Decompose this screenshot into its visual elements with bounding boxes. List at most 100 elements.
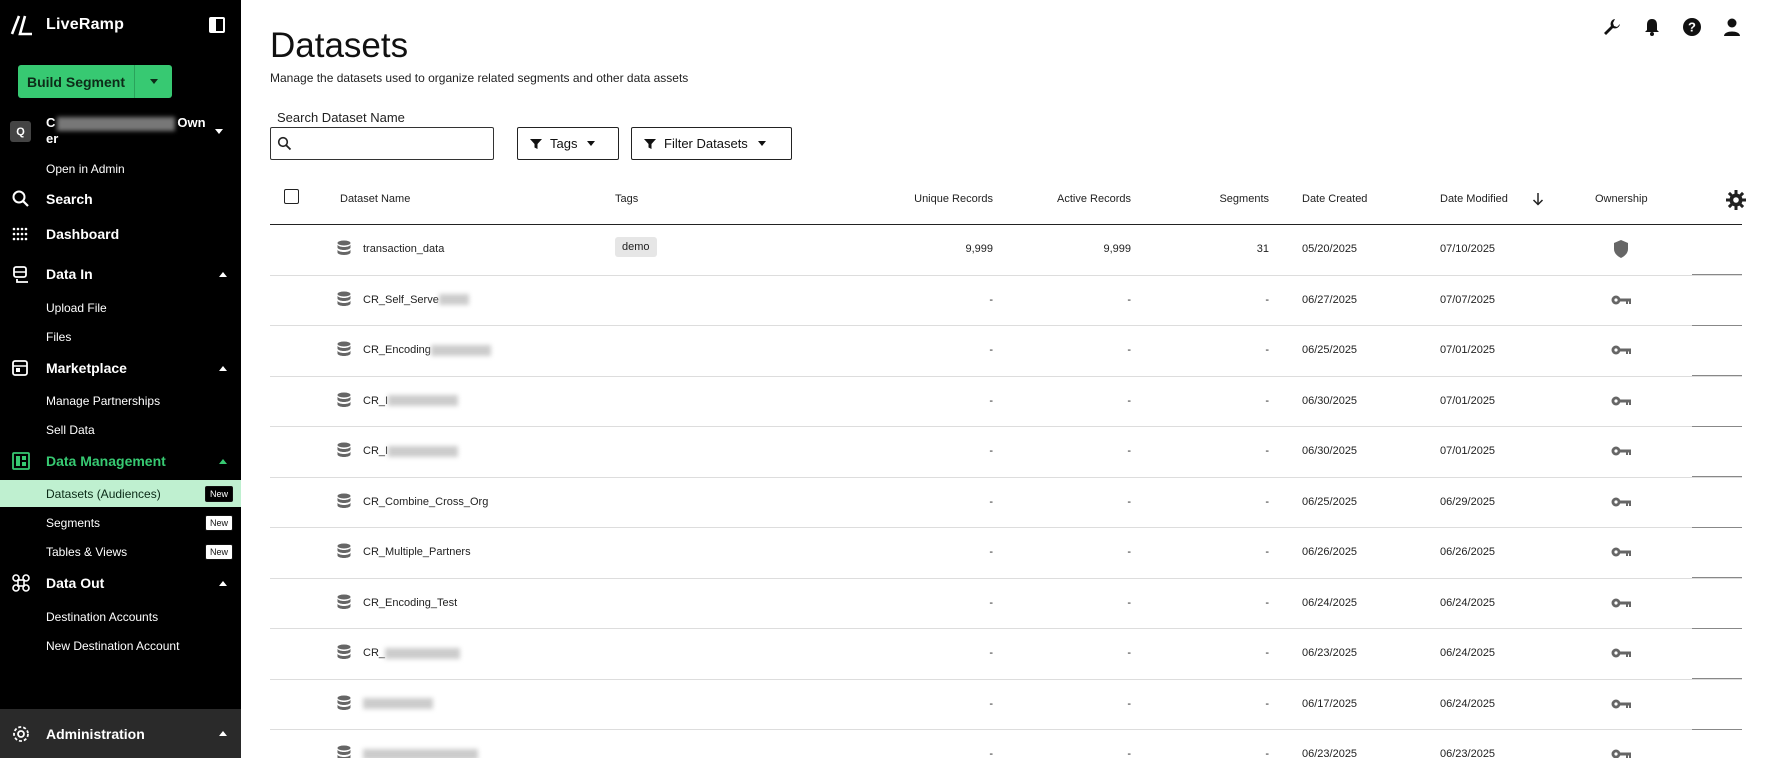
build-segment-dropdown[interactable] bbox=[134, 65, 172, 98]
org-badge: Q bbox=[10, 121, 31, 142]
sidebar-item-upload-file[interactable]: Upload File bbox=[46, 301, 107, 315]
date-modified-cell: 06/24/2025 bbox=[1440, 697, 1496, 710]
sidebar-item-sell-data[interactable]: Sell Data bbox=[46, 423, 95, 437]
sidebar-label: Dashboard bbox=[46, 226, 120, 242]
table-row[interactable]: CR_I - - -06/30/2025 07/01/2025 bbox=[270, 377, 1742, 427]
key-icon bbox=[1611, 446, 1631, 456]
key-icon bbox=[1611, 598, 1631, 607]
sidebar-item-dashboard[interactable]: Dashboard bbox=[0, 219, 241, 249]
segments-cell: - bbox=[1265, 445, 1269, 457]
key-icon bbox=[1611, 749, 1631, 758]
date-created-cell: 06/17/2025 bbox=[1302, 697, 1358, 710]
marketplace-icon bbox=[12, 360, 28, 376]
bell-icon[interactable] bbox=[1641, 16, 1663, 38]
search-input[interactable] bbox=[299, 132, 489, 156]
org-name-wrap: er bbox=[46, 131, 59, 146]
segments-cell: - bbox=[1265, 748, 1269, 758]
filter-datasets-button[interactable]: Filter Datasets bbox=[631, 127, 792, 160]
build-segment-group: Build Segment bbox=[18, 65, 172, 98]
table-row[interactable]: CR_Combine_Cross_Org - - -06/25/2025 06/29/2… bbox=[270, 478, 1742, 528]
new-badge: New bbox=[204, 544, 233, 560]
date-modified-cell: 06/26/2025 bbox=[1440, 546, 1496, 558]
user-icon[interactable] bbox=[1721, 16, 1743, 38]
sidebar-item-datasets[interactable]: Datasets (Audiences) New bbox=[0, 480, 241, 507]
date-modified-cell: 06/29/2025 bbox=[1440, 495, 1496, 508]
sidebar-item-marketplace[interactable]: Marketplace bbox=[0, 353, 241, 383]
sidebar-label: Search bbox=[46, 191, 93, 207]
chevron-down-icon bbox=[215, 129, 223, 134]
org-selector[interactable]: Q C Own er bbox=[10, 115, 235, 151]
sidebar: LiveRamp Build Segment Q C Own er Open in… bbox=[0, 0, 241, 758]
search-icon bbox=[12, 190, 29, 207]
gear-icon[interactable] bbox=[1725, 189, 1747, 211]
column-date-modified[interactable]: Date Modified bbox=[1440, 193, 1508, 205]
sidebar-label: Data Out bbox=[46, 575, 105, 591]
segments-cell: - bbox=[1265, 697, 1269, 710]
date-modified-cell: 07/07/2025 bbox=[1440, 293, 1496, 306]
data-out-icon bbox=[12, 574, 30, 592]
table-row[interactable]: CR_Multiple_Partners - - -06/26/2025 06/26/2… bbox=[270, 528, 1742, 579]
sidebar-item-destination-accounts[interactable]: Destination Accounts bbox=[46, 610, 158, 624]
chevron-down-icon bbox=[757, 141, 766, 146]
brand[interactable]: LiveRamp bbox=[10, 14, 124, 36]
table-row[interactable]: CR_Self_Serve - - -06/27/2025 07/07/2025 bbox=[270, 276, 1742, 326]
date-modified-cell: 07/01/2025 bbox=[1440, 344, 1496, 356]
table-header: Dataset Name Tags Unique Records Active … bbox=[270, 177, 1746, 225]
sidebar-item-manage-partnerships[interactable]: Manage Partnerships bbox=[46, 394, 160, 408]
sidebar-item-new-destination-account[interactable]: New Destination Account bbox=[46, 639, 179, 653]
date-modified-cell: 07/10/2025 bbox=[1440, 243, 1496, 255]
chevron-up-icon bbox=[219, 731, 227, 736]
help-icon[interactable]: ? bbox=[1681, 16, 1703, 38]
date-modified-cell: 06/24/2025 bbox=[1440, 596, 1496, 609]
sidebar-label: Data In bbox=[46, 266, 93, 282]
sidebar-item-data-management[interactable]: Data Management bbox=[0, 446, 241, 476]
liveramp-logo-icon bbox=[10, 15, 32, 36]
date-created-cell: 06/25/2025 bbox=[1302, 495, 1358, 508]
table-row[interactable]: CR_Encoding_Test - - -06/24/2025 06/24/2025 bbox=[270, 579, 1742, 629]
date-modified-cell: 06/24/2025 bbox=[1440, 647, 1496, 659]
org-name: C Own er bbox=[46, 115, 216, 147]
table-row[interactable]: CR_Encoding - - -06/25/2025 07/01/2025 bbox=[270, 326, 1742, 377]
redacted-text bbox=[57, 116, 176, 131]
key-icon bbox=[1611, 648, 1631, 658]
sidebar-item-data-out[interactable]: Data Out bbox=[0, 568, 241, 598]
sort-arrow-down-icon[interactable] bbox=[1532, 192, 1544, 206]
sidebar-collapse-icon[interactable] bbox=[209, 17, 225, 33]
table-row[interactable]: CR_I - - -06/30/2025 07/01/2025 bbox=[270, 427, 1742, 478]
sidebar-item-data-in[interactable]: Data In bbox=[0, 259, 241, 289]
main-content: Datasets Manage the datasets used to org… bbox=[241, 0, 1767, 758]
segments-cell: - bbox=[1265, 596, 1269, 609]
column-date-created[interactable]: Date Created bbox=[1302, 193, 1367, 205]
column-segments[interactable]: Segments bbox=[270, 193, 1269, 205]
build-segment-button[interactable]: Build Segment bbox=[18, 65, 134, 98]
key-icon bbox=[1611, 295, 1631, 304]
table-row[interactable]: transaction_data demo 9,999 9,999 31 05/20/20… bbox=[270, 225, 1742, 276]
sidebar-item-search[interactable]: Search bbox=[0, 184, 241, 214]
segments-cell: - bbox=[1265, 394, 1269, 407]
key-icon bbox=[1611, 345, 1631, 355]
date-modified-cell: 07/01/2025 bbox=[1440, 394, 1496, 407]
filter-icon bbox=[530, 138, 542, 149]
search-field[interactable] bbox=[270, 127, 494, 160]
sidebar-label: Marketplace bbox=[46, 360, 127, 376]
table-row[interactable]: - - -06/17/2025 06/24/2025 bbox=[270, 680, 1742, 730]
sidebar-item-segments[interactable]: Segments New bbox=[0, 509, 241, 536]
table-row[interactable]: CR_ - - -06/23/2025 06/24/2025 bbox=[270, 629, 1742, 680]
search-icon bbox=[277, 136, 292, 151]
sidebar-item-files[interactable]: Files bbox=[46, 330, 71, 344]
chevron-down-icon bbox=[149, 79, 158, 84]
sidebar-label: Datasets (Audiences) bbox=[46, 486, 161, 501]
wrench-icon[interactable] bbox=[1601, 16, 1623, 38]
segments-cell: - bbox=[1265, 293, 1269, 306]
new-badge: New bbox=[204, 486, 233, 502]
table-row[interactable]: - - -06/23/2025 06/23/2025 bbox=[270, 730, 1742, 758]
open-in-admin-link[interactable]: Open in Admin bbox=[46, 162, 125, 176]
sidebar-item-tables-views[interactable]: Tables & Views New bbox=[0, 538, 241, 565]
column-ownership[interactable]: Ownership bbox=[1595, 193, 1648, 205]
sidebar-label: Tables & Views bbox=[46, 544, 128, 559]
date-created-cell: 06/26/2025 bbox=[1302, 546, 1358, 558]
page-title: Datasets bbox=[270, 26, 409, 65]
tags-filter-button[interactable]: Tags bbox=[517, 127, 619, 160]
data-in-icon bbox=[13, 266, 28, 283]
sidebar-item-administration[interactable]: Administration bbox=[0, 709, 241, 758]
